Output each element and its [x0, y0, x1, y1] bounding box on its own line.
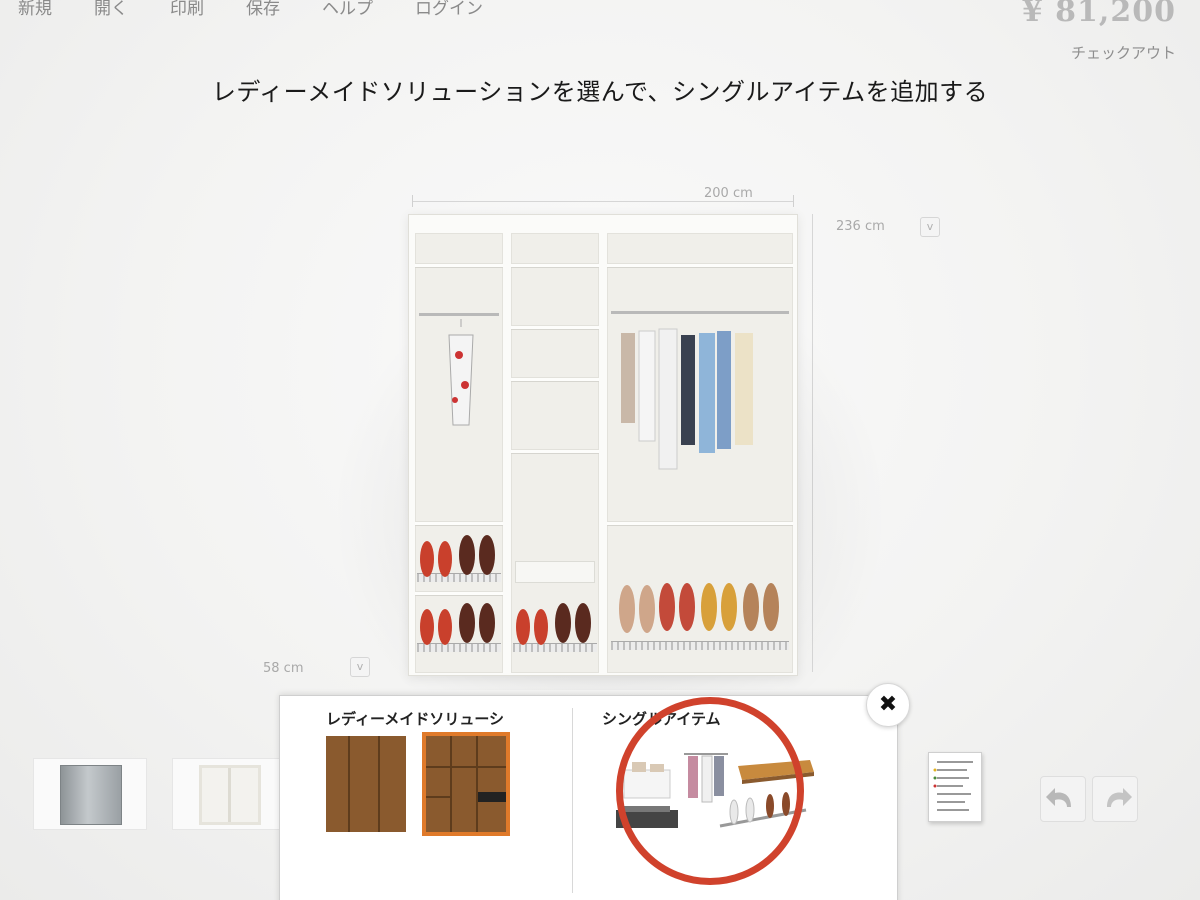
wardrobe-preview[interactable]: [408, 214, 798, 676]
single-items-illustration[interactable]: [610, 740, 820, 850]
menu-login[interactable]: ログイン: [415, 0, 483, 19]
shelf-item-icon: [623, 762, 671, 799]
list-icon[interactable]: [928, 752, 982, 822]
frame-thumbnail[interactable]: [172, 758, 286, 830]
menu-open[interactable]: 開く: [94, 0, 128, 19]
shopping-list-icon: [933, 761, 973, 811]
hanging-clothes-right: [621, 328, 753, 470]
wardrobe-contents-illustration: [420, 319, 779, 645]
redo-icon: [1107, 788, 1132, 807]
item-selection-panel: レディーメイドソリューシ シングルアイテム: [279, 695, 898, 900]
shoes: [420, 535, 591, 645]
menu-print[interactable]: 印刷: [170, 0, 204, 19]
clothes-rail-item-icon: [684, 753, 728, 803]
mirror-door-icon: [60, 765, 122, 825]
hanging-clothes-left: [448, 319, 474, 426]
open-frame-icon: [199, 765, 261, 825]
configurator-stage: 新規 開く 印刷 保存 ヘルプ ログイン ¥ 81,200 チェックアウト レデ…: [0, 0, 1200, 900]
menu-save[interactable]: 保存: [246, 0, 280, 19]
redo-button[interactable]: [1092, 776, 1138, 822]
total-price: ¥ 81,200: [1021, 0, 1176, 29]
height-dropdown-icon[interactable]: v: [920, 217, 940, 237]
readymade-heading: レディーメイドソリューシ: [326, 710, 505, 728]
width-dimension-label: 200 cm: [704, 186, 753, 201]
height-dimension-label: 236 cm: [836, 219, 885, 234]
page-headline: レディーメイドソリューションを選んで、シングルアイテムを追加する: [211, 78, 989, 106]
width-dimension-tick-right: [793, 195, 794, 207]
close-panel-button[interactable]: ✖: [866, 683, 910, 727]
panel-divider: [572, 708, 573, 893]
shoe-rack-icon: [719, 792, 807, 828]
wire-basket-icon: [616, 806, 678, 828]
shoes-right: [619, 583, 779, 633]
width-dimension-tick-left: [412, 195, 413, 207]
depth-dimension-label: 58 cm: [263, 661, 304, 676]
single-items-heading: シングルアイテム: [602, 710, 721, 728]
wooden-tray-icon: [738, 760, 814, 784]
menu-new[interactable]: 新規: [18, 0, 52, 19]
top-menu: 新規 開く 印刷 保存 ヘルプ ログイン: [18, 0, 525, 19]
undo-button[interactable]: [1040, 776, 1086, 822]
undo-icon: [1046, 788, 1071, 807]
menu-help[interactable]: ヘルプ: [322, 0, 373, 19]
width-dimension-line: [412, 201, 794, 202]
readymade-solution-1[interactable]: [326, 736, 406, 832]
door-style-thumbnail[interactable]: [33, 758, 147, 830]
checkout-link[interactable]: チェックアウト: [1071, 42, 1176, 63]
readymade-solution-2-selected[interactable]: [422, 732, 510, 836]
